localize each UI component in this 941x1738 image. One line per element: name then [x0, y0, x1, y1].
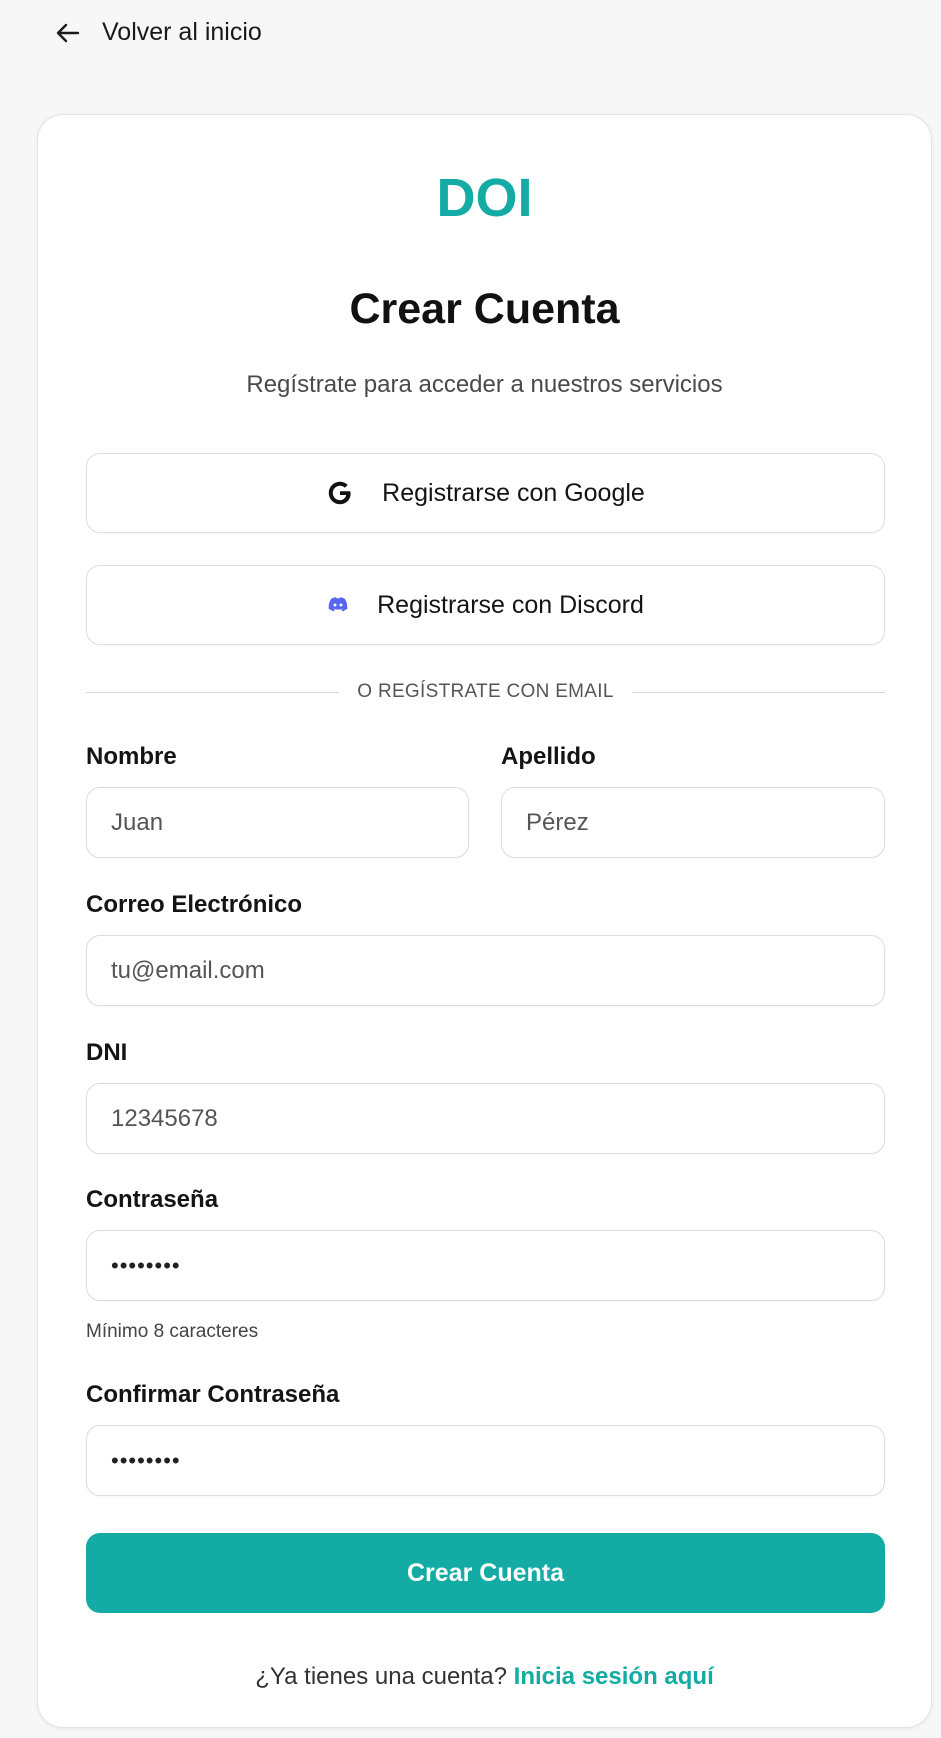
email-label: Correo Electrónico: [86, 891, 303, 918]
google-icon: [326, 479, 354, 507]
password-label: Contraseña: [86, 1186, 219, 1213]
login-link[interactable]: Inicia sesión aquí: [514, 1663, 714, 1690]
divider-line-right: [631, 691, 886, 693]
last-name-input[interactable]: [501, 787, 885, 858]
first-name-label: Nombre: [86, 743, 177, 770]
email-divider: O REGÍSTRATE CON EMAIL: [86, 681, 886, 703]
page-title: Crear Cuenta: [349, 285, 620, 333]
password-input[interactable]: [86, 1230, 885, 1301]
back-home-label: Volver al inicio: [102, 18, 262, 46]
email-input[interactable]: [86, 935, 885, 1006]
discord-icon: [327, 596, 349, 614]
password-hint: Mínimo 8 caracteres: [86, 1321, 259, 1342]
dni-input[interactable]: [86, 1083, 885, 1154]
divider-text: O REGÍSTRATE CON EMAIL: [357, 681, 614, 702]
login-prompt: ¿Ya tienes una cuenta? Inicia sesión aqu…: [38, 1663, 931, 1691]
last-name-label: Apellido: [501, 743, 596, 770]
google-signup-label: Registrarse con Google: [382, 478, 645, 507]
confirm-password-label: Confirmar Contraseña: [86, 1381, 340, 1408]
dni-label: DNI: [86, 1039, 128, 1066]
back-home-link[interactable]: Volver al inicio: [56, 18, 262, 47]
arrow-left-icon: [56, 23, 80, 43]
create-account-button[interactable]: Crear Cuenta: [86, 1533, 885, 1613]
first-name-input[interactable]: [86, 787, 469, 858]
register-card: DOI Crear Cuenta Regístrate para acceder…: [37, 114, 932, 1728]
register-page: Volver al inicio DOI Crear Cuenta Regíst…: [0, 0, 941, 1738]
page-subtitle: Regístrate para acceder a nuestros servi…: [246, 371, 723, 398]
discord-signup-label: Registrarse con Discord: [377, 590, 644, 619]
google-signup-button[interactable]: Registrarse con Google: [86, 453, 885, 533]
brand-logo: DOI: [436, 168, 533, 228]
confirm-password-input[interactable]: [86, 1425, 885, 1496]
login-prompt-text: ¿Ya tienes una cuenta?: [255, 1663, 507, 1690]
discord-signup-button[interactable]: Registrarse con Discord: [86, 565, 885, 645]
divider-line-left: [86, 691, 340, 693]
